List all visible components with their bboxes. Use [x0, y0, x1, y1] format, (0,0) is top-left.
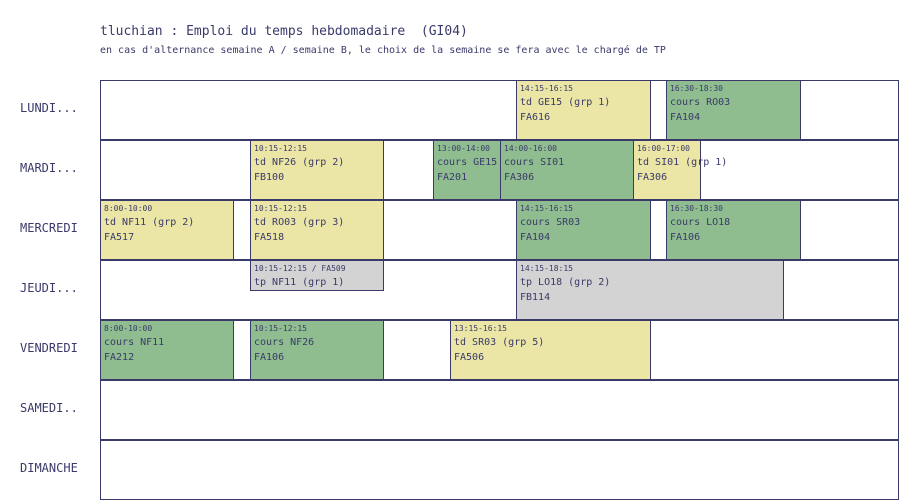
course-time: 14:15-18:15: [520, 264, 573, 273]
course-name: tp NF11 (grp 1): [254, 277, 345, 288]
day-label-mardi: MARDI...: [20, 161, 78, 175]
course-room: FA518: [254, 232, 285, 243]
course-time: 13:15-16:15: [454, 324, 507, 333]
day-row-samedi: [100, 380, 899, 440]
course-room: FA106: [254, 352, 285, 363]
page-subtitle: en cas d'alternance semaine A / semaine …: [100, 45, 666, 56]
course-room: FB114: [520, 292, 551, 303]
course-name: td SI01 (grp 1): [637, 157, 728, 168]
course-block[interactable]: 8:00-10:00 cours NF11 FA212: [100, 320, 234, 380]
course-name: cours SI01: [504, 157, 565, 168]
day-label-samedi: SAMEDI..: [20, 401, 78, 415]
course-room: FA104: [670, 112, 701, 123]
day-label-mercredi: MERCREDI: [20, 221, 78, 235]
course-room: FA306: [504, 172, 535, 183]
course-room: FB100: [254, 172, 285, 183]
course-time: 10:15-12:15: [254, 204, 307, 213]
day-label-jeudi: JEUDI...: [20, 281, 78, 295]
course-block[interactable]: 13:15-16:15 td SR03 (grp 5) FA506: [450, 320, 651, 380]
course-block[interactable]: 16:30-18:30 cours RO03 FA104: [666, 80, 801, 140]
course-room: FA506: [454, 352, 485, 363]
course-time: 14:15-16:15: [520, 84, 573, 93]
page-title: tluchian : Emploi du temps hebdomadaire …: [100, 24, 468, 39]
course-time: 10:15-12:15: [254, 324, 307, 333]
course-name: tp LO18 (grp 2): [520, 277, 611, 288]
course-room: FA306: [637, 172, 668, 183]
course-time: 14:00-16:00: [504, 144, 557, 153]
course-time: 8:00-10:00: [104, 324, 153, 333]
course-name: cours NF26: [254, 337, 315, 348]
course-room: FA104: [520, 232, 551, 243]
course-name: cours NF11: [104, 337, 165, 348]
course-block[interactable]: 14:15-18:15 tp LO18 (grp 2) FB114: [516, 260, 784, 320]
course-name: cours LO18: [670, 217, 731, 228]
course-time: 16:00-17:00: [637, 144, 690, 153]
course-block[interactable]: 10:15-12:15 td NF26 (grp 2) FB100: [250, 140, 384, 200]
course-block[interactable]: 10:15-12:15 / FA509 tp NF11 (grp 1): [250, 260, 384, 291]
course-block[interactable]: 14:15-16:15 cours SR03 FA104: [516, 200, 651, 260]
day-label-dimanche: DIMANCHE: [20, 461, 78, 475]
course-room: FA201: [437, 172, 468, 183]
course-name: td GE15 (grp 1): [520, 97, 611, 108]
course-name: cours SR03: [520, 217, 581, 228]
course-block[interactable]: 10:15-12:15 cours NF26 FA106: [250, 320, 384, 380]
course-name: cours GE15: [437, 157, 498, 168]
course-block[interactable]: 13:00-14:00 cours GE15 FA201: [433, 140, 501, 200]
day-row-dimanche: [100, 440, 899, 500]
course-name: td NF11 (grp 2): [104, 217, 195, 228]
course-time: 14:15-16:15: [520, 204, 573, 213]
course-block[interactable]: 14:00-16:00 cours SI01 FA306: [500, 140, 634, 200]
course-room: FA616: [520, 112, 551, 123]
day-label-lundi: LUNDI...: [20, 101, 78, 115]
course-name: td NF26 (grp 2): [254, 157, 345, 168]
course-time: 10:15-12:15: [254, 144, 307, 153]
day-label-vendredi: VENDREDI: [20, 341, 78, 355]
course-time: 13:00-14:00: [437, 144, 490, 153]
course-room: FA517: [104, 232, 135, 243]
course-block[interactable]: 8:00-10:00 td NF11 (grp 2) FA517: [100, 200, 234, 260]
course-name: td SR03 (grp 5): [454, 337, 545, 348]
course-time: 16:30-18:30: [670, 204, 723, 213]
course-block[interactable]: 16:30-18:30 cours LO18 FA106: [666, 200, 801, 260]
course-name: td RO03 (grp 3): [254, 217, 345, 228]
course-block[interactable]: 14:15-16:15 td GE15 (grp 1) FA616: [516, 80, 651, 140]
course-room: FA106: [670, 232, 701, 243]
course-time: 16:30-18:30: [670, 84, 723, 93]
course-block[interactable]: 10:15-12:15 td RO03 (grp 3) FA518: [250, 200, 384, 260]
course-room: FA212: [104, 352, 135, 363]
course-time: 10:15-12:15 / FA509: [254, 264, 346, 273]
course-block[interactable]: 16:00-17:00 td SI01 (grp 1) FA306: [633, 140, 728, 200]
course-name: cours RO03: [670, 97, 731, 108]
course-time: 8:00-10:00: [104, 204, 153, 213]
